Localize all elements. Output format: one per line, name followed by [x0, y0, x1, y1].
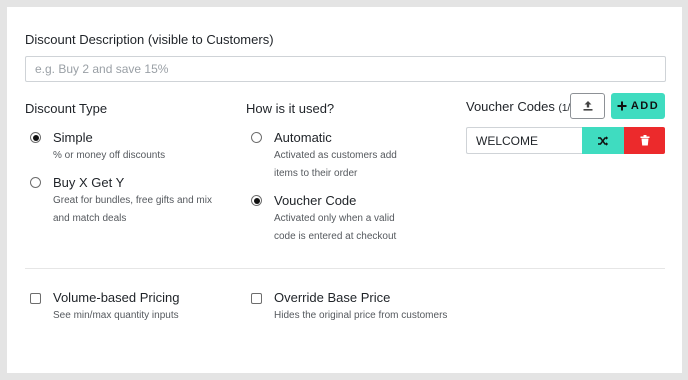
plus-icon — [617, 101, 627, 111]
option-automatic-help: Activated as customers add items to thei… — [274, 150, 397, 179]
voucher-codes-title: Voucher Codes (1/5) — [466, 99, 579, 114]
volume-pricing-label: Volume-based Pricing — [53, 290, 180, 305]
generate-code-button[interactable] — [582, 127, 624, 154]
delete-code-button[interactable] — [624, 127, 665, 154]
option-buy-x-get-y-label: Buy X Get Y — [53, 175, 125, 190]
volume-pricing-help: See min/max quantity inputs — [53, 310, 179, 321]
option-simple-help: % or money off discounts — [53, 150, 166, 161]
discount-settings-card: Discount Description (visible to Custome… — [7, 7, 682, 373]
voucher-codes-title-text: Voucher Codes — [466, 99, 555, 114]
divider — [25, 268, 665, 269]
option-simple-label: Simple — [53, 130, 93, 145]
option-automatic-label: Automatic — [274, 130, 332, 145]
description-input[interactable] — [25, 56, 666, 82]
radio-simple[interactable] — [30, 132, 41, 143]
add-code-button[interactable]: ADD — [611, 93, 665, 119]
add-code-label: ADD — [630, 100, 660, 112]
shuffle-icon — [598, 135, 609, 146]
override-base-price-label: Override Base Price — [274, 290, 391, 305]
radio-buy-x-get-y[interactable] — [30, 177, 41, 188]
checkbox-volume-pricing[interactable] — [30, 293, 41, 304]
option-voucher-code-help: Activated only when a valid code is ente… — [274, 213, 397, 242]
voucher-code-input[interactable] — [466, 127, 582, 154]
upload-icon — [583, 101, 592, 111]
option-buy-x-get-y-help: Great for bundles, free gifts and mix an… — [53, 195, 212, 224]
override-base-price-help: Hides the original price from customers — [274, 310, 448, 321]
radio-voucher-code[interactable] — [251, 195, 262, 206]
usage-title: How is it used? — [246, 101, 335, 116]
radio-automatic[interactable] — [251, 132, 262, 143]
discount-type-title: Discount Type — [25, 101, 108, 116]
trash-icon — [640, 135, 649, 146]
option-voucher-code-label: Voucher Code — [274, 193, 357, 208]
description-label: Discount Description (visible to Custome… — [25, 32, 274, 47]
upload-codes-button[interactable] — [570, 93, 605, 119]
checkbox-override-base-price[interactable] — [251, 293, 262, 304]
